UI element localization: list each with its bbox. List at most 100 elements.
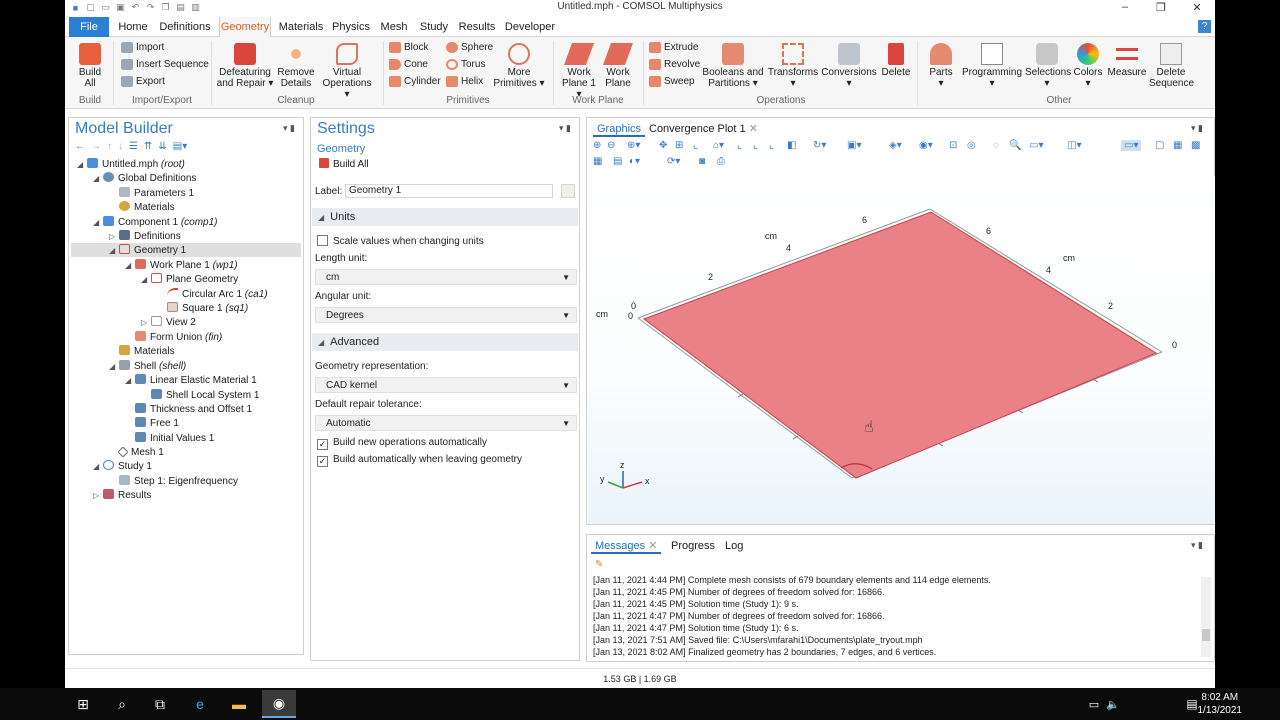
tab-log[interactable]: Log bbox=[721, 538, 747, 554]
messages-scrollbar[interactable] bbox=[1201, 577, 1211, 657]
tree-node-definitions[interactable]: ▷ Definitions bbox=[109, 230, 181, 244]
sweep-button[interactable]: Sweep bbox=[649, 75, 695, 91]
yz-view-icon[interactable]: ⌞ bbox=[737, 140, 742, 151]
tree-node-shell-local-system[interactable]: Shell Local System 1 bbox=[141, 389, 259, 403]
defeaturing-button[interactable]: Defeaturing and Repair ▾ bbox=[215, 43, 275, 89]
work-plane-1-button[interactable]: Work Plane 1 ▾ bbox=[559, 43, 599, 100]
tab-messages[interactable]: Messages ✕ bbox=[591, 538, 662, 554]
forward-arrow-icon[interactable]: → bbox=[91, 141, 101, 153]
helix-button[interactable]: Helix bbox=[446, 75, 483, 91]
xz-view-icon[interactable]: ⌞ bbox=[769, 140, 774, 151]
image-snapshot-icon[interactable]: ◐▾ bbox=[629, 156, 640, 167]
tab-mesh[interactable]: Mesh bbox=[377, 17, 411, 37]
tab-home[interactable]: Home bbox=[115, 17, 151, 37]
tree-node-global-definitions[interactable]: ◢ Global Definitions bbox=[93, 172, 196, 186]
internet-explorer-icon[interactable]: e bbox=[190, 694, 210, 714]
build-new-ops-checkbox[interactable]: ✓ Build new operations automatically bbox=[317, 437, 487, 450]
geometry-representation-select[interactable]: CAD kernel ▼ bbox=[315, 377, 577, 393]
rotate-icon[interactable]: ◧ bbox=[787, 140, 796, 151]
selections-button[interactable]: Selections ▾ bbox=[1025, 43, 1071, 89]
comsol-taskbar-icon[interactable]: ◉ bbox=[262, 690, 296, 718]
down-arrow-icon[interactable]: ↓ bbox=[118, 141, 123, 153]
back-arrow-icon[interactable]: ← bbox=[75, 141, 85, 153]
tree-node-linear-elastic[interactable]: ◢ Linear Elastic Material 1 bbox=[125, 374, 257, 388]
cone-button[interactable]: Cone bbox=[389, 58, 428, 74]
tree-node-study[interactable]: ◢ Study 1 bbox=[93, 460, 152, 474]
tree-node-work-plane[interactable]: ◢ Work Plane 1 (wp1) bbox=[125, 259, 238, 273]
tab-geometry[interactable]: Geometry bbox=[219, 17, 271, 37]
scrollbar-thumb[interactable] bbox=[1202, 629, 1210, 641]
xy-view-icon[interactable]: ⌞ bbox=[693, 140, 698, 151]
tree-node-materials[interactable]: Materials bbox=[109, 345, 175, 359]
render-icon[interactable]: ◎ bbox=[967, 140, 976, 151]
tree-node-initial-values[interactable]: Initial Values 1 bbox=[125, 432, 214, 446]
transparency-icon[interactable]: ◫▾ bbox=[1067, 140, 1081, 151]
tree-node-shell[interactable]: ◢ Shell (shell) bbox=[109, 360, 186, 374]
zoom-extents-icon[interactable]: ✥ bbox=[659, 140, 667, 151]
grid-icon[interactable]: ▦ bbox=[1173, 140, 1182, 151]
task-view-icon[interactable]: ⧉ bbox=[150, 694, 170, 714]
close-tab-icon[interactable]: ✕ bbox=[648, 540, 657, 552]
taskbar-clock[interactable]: 8:02 AM 1/13/2021 bbox=[1198, 691, 1243, 717]
show-icon[interactable]: ☰ bbox=[129, 141, 138, 153]
zx-view-icon[interactable]: ⌞ bbox=[753, 140, 758, 151]
delete-button[interactable]: Delete bbox=[879, 43, 913, 78]
tree-node-view[interactable]: ▷ View 2 bbox=[141, 316, 196, 330]
import-button[interactable]: Import bbox=[121, 41, 164, 57]
block-button[interactable]: Block bbox=[389, 41, 428, 57]
axes-icon[interactable]: ▩ bbox=[1191, 140, 1200, 151]
print-icon[interactable]: ⎙ bbox=[717, 156, 725, 167]
booleans-button[interactable]: Booleans and Partitions ▾ bbox=[701, 43, 765, 89]
up-arrow-icon[interactable]: ↑ bbox=[107, 141, 112, 153]
build-selected-icon[interactable]: ▤ bbox=[613, 156, 622, 167]
notifications-icon[interactable]: ▤ bbox=[1182, 694, 1202, 714]
zoom-box-icon[interactable]: ⊕▾ bbox=[627, 140, 640, 151]
windows-start-icon[interactable]: ⊞ bbox=[73, 694, 93, 714]
length-unit-select[interactable]: cm ▼ bbox=[315, 269, 577, 285]
file-explorer-icon[interactable]: ▬ bbox=[229, 694, 249, 714]
insert-sequence-button[interactable]: Insert Sequence bbox=[121, 58, 209, 74]
tab-definitions[interactable]: Definitions bbox=[157, 17, 213, 37]
transforms-button[interactable]: Transforms ▾ bbox=[767, 43, 819, 89]
programming-button[interactable]: Programming ▾ bbox=[959, 43, 1025, 89]
export-button[interactable]: Export bbox=[121, 75, 165, 91]
help-icon[interactable]: ? bbox=[1198, 20, 1211, 33]
advanced-section-header[interactable]: ◢ Advanced bbox=[312, 333, 578, 351]
tree-node-plane-geometry[interactable]: ◢ Plane Geometry bbox=[141, 273, 238, 287]
search-icon[interactable]: ⌕ bbox=[112, 694, 132, 714]
label-field[interactable]: Geometry 1 bbox=[345, 184, 553, 198]
panel-menu-icon[interactable]: ▾ ▮ bbox=[1191, 540, 1203, 551]
build-all-button[interactable]: Build All bbox=[73, 43, 107, 89]
tab-physics[interactable]: Physics bbox=[331, 17, 371, 37]
tree-node-results[interactable]: ▷ Results bbox=[93, 489, 151, 503]
tree-node-geometry[interactable]: ◢ Geometry 1 bbox=[109, 244, 186, 258]
delete-sequence-button[interactable]: Delete Sequence bbox=[1149, 43, 1194, 89]
tab-convergence-plot[interactable]: Convergence Plot 1 ✕ bbox=[645, 121, 762, 137]
tab-results[interactable]: Results bbox=[457, 17, 497, 37]
parts-button[interactable]: Parts ▾ bbox=[923, 43, 959, 89]
conversions-button[interactable]: Conversions ▾ bbox=[821, 43, 877, 89]
label-reset-icon[interactable] bbox=[561, 184, 575, 198]
repair-tolerance-select[interactable]: Automatic ▼ bbox=[315, 415, 577, 431]
build-all-link[interactable]: Build All bbox=[319, 158, 369, 170]
plate-surface[interactable] bbox=[642, 211, 1158, 479]
torus-button[interactable]: Torus bbox=[446, 58, 485, 74]
close-button[interactable]: ✕ bbox=[1179, 0, 1215, 14]
refresh-icon[interactable]: ↻▾ bbox=[813, 140, 826, 151]
remove-details-button[interactable]: Remove Details bbox=[275, 43, 317, 89]
tree-node-mesh[interactable]: Mesh 1 bbox=[109, 446, 164, 460]
tab-materials[interactable]: Materials bbox=[277, 17, 325, 37]
colors-button[interactable]: Colors ▾ bbox=[1071, 43, 1105, 89]
view-options-icon[interactable]: ▭▾ bbox=[1029, 140, 1043, 151]
graphics-viewport[interactable]: 0 2 4 6 0 cm cm 6 4 2 0 cm ☝ z x y bbox=[588, 176, 1215, 524]
select-boundaries-icon[interactable]: ◉▾ bbox=[919, 140, 933, 151]
tab-file[interactable]: File bbox=[69, 17, 109, 37]
tree-node-component[interactable]: ◢ Component 1 (comp1) bbox=[93, 216, 218, 230]
zoom-out-icon[interactable]: ⊖ bbox=[607, 140, 615, 151]
tree-node-circular-arc[interactable]: Circular Arc 1 (ca1) bbox=[157, 288, 268, 302]
panel-menu-icon[interactable]: ▾ ▮ bbox=[283, 123, 295, 134]
tree-node-form-union[interactable]: Form Union (fin) bbox=[125, 331, 222, 345]
select-domains-icon[interactable]: ◈▾ bbox=[889, 140, 902, 151]
tree-node-thickness[interactable]: Thickness and Offset 1 bbox=[125, 403, 252, 417]
work-plane-button[interactable]: Work Plane bbox=[601, 43, 635, 89]
